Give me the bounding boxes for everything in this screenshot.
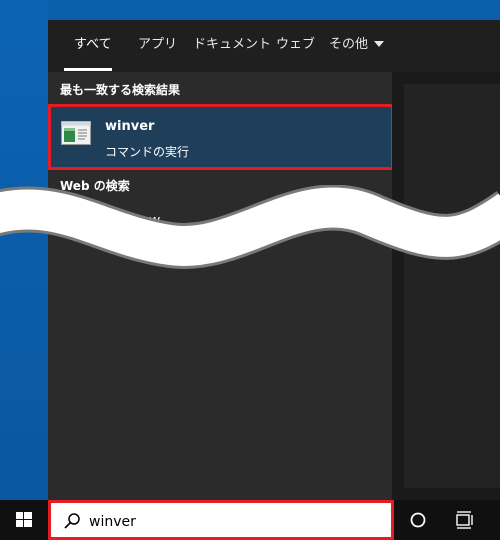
task-view-icon xyxy=(456,511,473,529)
best-match-header: 最も一致する検索結果 xyxy=(60,83,181,97)
windows-start-icon xyxy=(16,512,32,527)
tab-all[interactable]: すべて xyxy=(74,20,112,72)
tab-more-label: その他 xyxy=(329,37,369,52)
cortana-icon xyxy=(410,512,426,528)
cortana-button[interactable] xyxy=(398,500,438,540)
taskbar-search-box[interactable] xyxy=(48,500,394,540)
search-tabs: すべて アプリ ドキュメント ウェブ その他 xyxy=(48,20,500,72)
taskbar xyxy=(0,500,500,540)
winver-app-icon xyxy=(61,121,91,145)
tab-more[interactable]: その他 xyxy=(329,20,385,72)
tab-documents-label: ドキュメント xyxy=(193,37,272,52)
best-match-title: winver xyxy=(105,119,155,134)
tab-apps-label: アプリ xyxy=(138,37,178,52)
best-match-subtitle: コマンドの実行 xyxy=(105,145,190,159)
torn-wave-separator xyxy=(0,185,500,269)
chevron-down-icon xyxy=(374,40,385,47)
search-input[interactable] xyxy=(89,512,369,532)
task-view-button[interactable] xyxy=(444,500,484,540)
tab-apps[interactable]: アプリ xyxy=(138,20,177,72)
active-tab-indicator xyxy=(64,68,112,71)
best-match-result[interactable]: winver コマンドの実行 xyxy=(48,104,394,170)
start-button[interactable] xyxy=(0,500,48,540)
search-icon xyxy=(64,513,80,529)
tab-web[interactable]: ウェブ xyxy=(276,20,315,72)
tab-web-label: ウェブ xyxy=(276,37,316,52)
tab-documents[interactable]: ドキュメント xyxy=(193,20,271,72)
tab-all-label: すべて xyxy=(74,37,112,52)
